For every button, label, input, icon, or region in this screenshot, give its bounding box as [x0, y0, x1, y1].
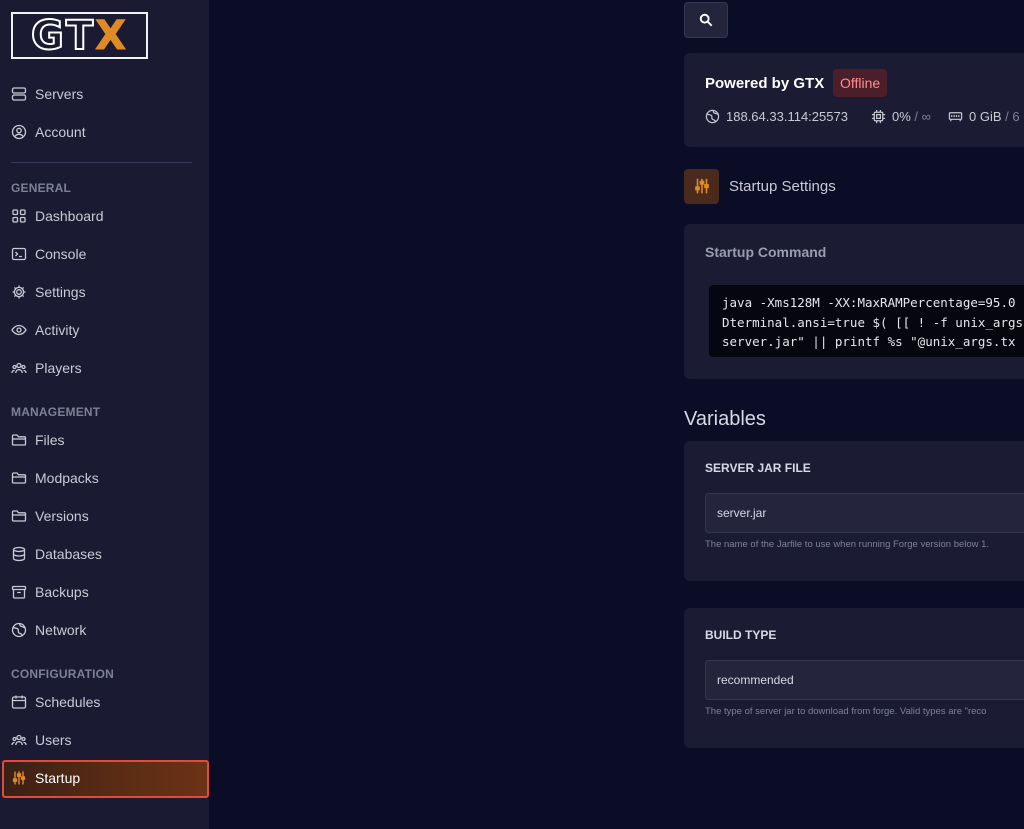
grid-icon	[12, 209, 26, 223]
sidebar-item-settings[interactable]: Settings	[11, 281, 86, 303]
variable-card-server-jar: SERVER JAR FILE The name of the Jarfile …	[684, 441, 1024, 581]
startup-command-card: Startup Command java -Xms128M -XX:MaxRAM…	[684, 224, 1024, 379]
cpu-limit: / ∞	[914, 109, 931, 124]
memory-value: 0 GiB	[969, 109, 1002, 124]
command-line: Dterminal.ansi=true $( [[ ! -f unix_args	[722, 314, 1024, 330]
sidebar-item-console[interactable]: Console	[11, 243, 86, 265]
logo-letter-x: X	[95, 12, 128, 59]
sidebar-item-activity[interactable]: Activity	[11, 319, 79, 341]
globe-icon	[705, 109, 720, 124]
calendar-icon	[11, 695, 27, 709]
sidebar-item-label: Files	[35, 432, 65, 448]
search-button[interactable]	[684, 2, 728, 38]
sidebar-item-label: Account	[35, 124, 86, 140]
sidebar-item-backups[interactable]: Backups	[11, 581, 89, 603]
sidebar-item-label: Schedules	[35, 694, 101, 710]
server-jar-input[interactable]	[705, 493, 1024, 533]
sidebar-item-modpacks[interactable]: Modpacks	[11, 467, 99, 489]
cpu-icon	[871, 109, 886, 124]
server-info-card: Powered by GTX Offline 188.64.33.114:255…	[684, 53, 1024, 147]
cpu-usage: 0% / ∞	[871, 109, 931, 124]
sidebar-item-databases[interactable]: Databases	[11, 543, 102, 565]
gtx-logo[interactable]: G T X	[11, 12, 148, 59]
sliders-icon	[12, 771, 26, 785]
memory-usage: 0 GiB / 6	[948, 109, 1020, 124]
sidebar-item-players[interactable]: Players	[11, 357, 82, 379]
sidebar-item-label: Players	[35, 360, 82, 376]
sidebar-item-account[interactable]: Account	[11, 121, 86, 143]
sidebar-item-versions[interactable]: Versions	[11, 505, 89, 527]
logo-letter-g: G	[30, 12, 66, 59]
memory-icon	[948, 112, 963, 122]
sidebar-item-label: Settings	[35, 284, 86, 300]
startup-icon-box	[684, 168, 719, 204]
server-name: Powered by GTX	[705, 75, 825, 92]
status-badge: Offline	[833, 69, 888, 97]
variable-label: SERVER JAR FILE	[705, 461, 811, 475]
server-address: 188.64.33.114:25573	[705, 109, 848, 124]
memory-limit: / 6	[1005, 109, 1020, 124]
sidebar-item-label: Modpacks	[35, 470, 99, 486]
sidebar-item-files[interactable]: Files	[11, 429, 65, 451]
startup-command-label: Startup Command	[705, 244, 827, 260]
sidebar-item-label: Versions	[35, 508, 89, 524]
folder-icon	[11, 472, 27, 484]
command-line: server.jar" || printf %s "@unix_args.tx	[722, 334, 1016, 349]
sidebar-divider	[11, 162, 192, 163]
server-address-text: 188.64.33.114:25573	[726, 109, 848, 124]
sidebar-item-label: Activity	[35, 322, 80, 338]
startup-command-box[interactable]: java -Xms128M -XX:MaxRAMPercentage=95.0 D…	[709, 285, 1024, 357]
users-icon	[11, 734, 27, 746]
sidebar-item-label: Console	[35, 246, 87, 262]
user-circle-icon	[11, 124, 27, 140]
folder-icon	[11, 434, 27, 446]
variable-help-text: The type of server jar to download from …	[705, 706, 987, 717]
database-icon	[12, 546, 26, 562]
sidebar-item-users[interactable]: Users	[11, 729, 72, 751]
variable-label: BUILD TYPE	[705, 628, 777, 642]
variable-card-build-type: BUILD TYPE The type of server jar to dow…	[684, 608, 1024, 748]
sidebar-item-label: Backups	[35, 584, 89, 600]
sidebar-item-schedules[interactable]: Schedules	[11, 691, 100, 713]
sidebar: G T X Servers Account GENERAL Dashboard …	[0, 0, 209, 829]
sliders-icon	[694, 178, 709, 194]
variables-heading: Variables	[684, 408, 766, 430]
sidebar-item-label: Servers	[35, 86, 84, 102]
build-type-input[interactable]	[705, 660, 1024, 700]
startup-settings-title: Startup Settings	[729, 177, 836, 195]
sidebar-item-network[interactable]: Network	[11, 619, 86, 641]
variable-help-text: The name of the Jarfile to use when runn…	[705, 539, 990, 550]
section-label-general: GENERAL	[11, 181, 72, 195]
server-icon	[11, 87, 27, 101]
startup-settings-header: Startup Settings	[684, 168, 836, 204]
terminal-icon	[11, 247, 27, 261]
sidebar-item-label: Startup	[35, 770, 81, 786]
section-label-management: MANAGEMENT	[11, 405, 101, 419]
logo-letter-t: T	[65, 12, 96, 59]
archive-icon	[11, 585, 27, 599]
sidebar-item-startup[interactable]: Startup	[11, 767, 80, 789]
sidebar-item-label: Dashboard	[35, 208, 104, 224]
sidebar-item-servers[interactable]: Servers	[11, 83, 83, 105]
folder-icon	[11, 510, 27, 522]
gear-icon	[12, 285, 26, 299]
section-label-configuration: CONFIGURATION	[11, 667, 115, 681]
sidebar-item-label: Users	[35, 732, 72, 748]
eye-icon	[11, 324, 27, 336]
sidebar-item-label: Databases	[35, 546, 102, 562]
globe-icon	[11, 622, 27, 638]
command-line: java -Xms128M -XX:MaxRAMPercentage=95.0	[722, 295, 1016, 310]
users-icon	[11, 362, 27, 374]
sidebar-item-label: Network	[35, 622, 87, 638]
cpu-value: 0%	[892, 109, 911, 124]
search-icon	[699, 13, 713, 27]
sidebar-item-dashboard[interactable]: Dashboard	[11, 205, 104, 227]
